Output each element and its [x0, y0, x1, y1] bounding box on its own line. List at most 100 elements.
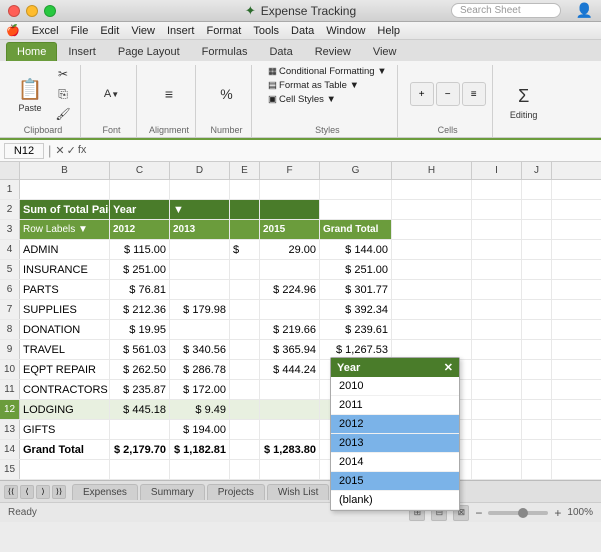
pivot-filter-item-2010[interactable]: 2010 — [331, 377, 459, 396]
cell-g7[interactable]: $ 392.34 — [320, 300, 392, 319]
cell-j11[interactable] — [522, 380, 552, 399]
tab-wish-list[interactable]: Wish List — [267, 484, 330, 500]
cell-b7[interactable]: SUPPLIES — [20, 300, 110, 319]
cell-i13[interactable] — [472, 420, 522, 439]
tab-view[interactable]: View — [362, 42, 408, 61]
cell-i7[interactable] — [472, 300, 522, 319]
cell-c12[interactable]: $ 445.18 — [110, 400, 170, 419]
cell-g3[interactable]: Grand Total — [320, 220, 392, 239]
cell-d10[interactable]: $ 286.78 — [170, 360, 230, 379]
conditional-formatting-button[interactable]: ▦ Conditional Formatting ▼ — [264, 65, 391, 78]
cell-e8[interactable] — [230, 320, 260, 339]
tab-insert[interactable]: Insert — [57, 42, 107, 61]
cell-d13[interactable]: $ 194.00 — [170, 420, 230, 439]
cell-j9[interactable] — [522, 340, 552, 359]
cell-e13[interactable] — [230, 420, 260, 439]
cell-f3[interactable]: 2015 — [260, 220, 320, 239]
format-painter-button[interactable]: 🖌 — [52, 105, 74, 123]
col-header-e[interactable]: E — [230, 162, 260, 179]
pivot-filter-item-2014[interactable]: 2014 — [331, 453, 459, 472]
cell-j14[interactable] — [522, 440, 552, 459]
tab-projects[interactable]: Projects — [207, 484, 265, 500]
close-button[interactable] — [8, 5, 20, 17]
cell-h5[interactable] — [392, 260, 472, 279]
cell-e1[interactable] — [230, 180, 260, 199]
pivot-filter-item-blank[interactable]: (blank) — [331, 491, 459, 510]
pivot-filter-item-2015[interactable]: 2015 — [331, 472, 459, 491]
cell-f14[interactable]: $ 1,283.80 — [260, 440, 320, 459]
menu-file[interactable]: File — [71, 25, 89, 37]
cell-e7[interactable] — [230, 300, 260, 319]
col-header-g[interactable]: G — [320, 162, 392, 179]
cell-j15[interactable] — [522, 460, 552, 479]
tab-home[interactable]: Home — [6, 42, 57, 61]
cell-d8[interactable] — [170, 320, 230, 339]
cell-f1[interactable] — [260, 180, 320, 199]
cell-d5[interactable] — [170, 260, 230, 279]
cell-e6[interactable] — [230, 280, 260, 299]
menu-edit[interactable]: Edit — [100, 25, 119, 37]
cell-j3[interactable] — [522, 220, 552, 239]
minimize-button[interactable] — [26, 5, 38, 17]
tab-nav-first[interactable]: ⟨⟨ — [4, 485, 18, 499]
cell-b6[interactable]: PARTS — [20, 280, 110, 299]
cell-c13[interactable] — [110, 420, 170, 439]
maximize-button[interactable] — [44, 5, 56, 17]
editing-button[interactable]: Σ Editing — [506, 80, 542, 122]
cell-g1[interactable] — [320, 180, 392, 199]
menu-excel-label[interactable]: Excel — [32, 25, 59, 37]
cell-h7[interactable] — [392, 300, 472, 319]
cell-c15[interactable] — [110, 460, 170, 479]
delete-cell-button[interactable]: − — [436, 82, 460, 106]
cell-c1[interactable] — [110, 180, 170, 199]
cell-b15[interactable] — [20, 460, 110, 479]
cell-h6[interactable] — [392, 280, 472, 299]
cell-i8[interactable] — [472, 320, 522, 339]
cell-j5[interactable] — [522, 260, 552, 279]
cell-j7[interactable] — [522, 300, 552, 319]
cell-d15[interactable] — [170, 460, 230, 479]
account-icon[interactable]: 👤 — [576, 2, 593, 19]
cell-b14[interactable]: Grand Total — [20, 440, 110, 459]
cell-c9[interactable]: $ 561.03 — [110, 340, 170, 359]
cell-h1[interactable] — [392, 180, 472, 199]
cell-f6[interactable]: $ 224.96 — [260, 280, 320, 299]
format-as-table-button[interactable]: ▤ Format as Table ▼ — [264, 79, 363, 92]
cell-j10[interactable] — [522, 360, 552, 379]
cell-c10[interactable]: $ 262.50 — [110, 360, 170, 379]
col-header-d[interactable]: D — [170, 162, 230, 179]
cell-b9[interactable]: TRAVEL — [20, 340, 110, 359]
menu-help[interactable]: Help — [377, 25, 400, 37]
cell-d14[interactable]: $ 1,182.81 — [170, 440, 230, 459]
cell-b1[interactable] — [20, 180, 110, 199]
cell-e14[interactable] — [230, 440, 260, 459]
cell-d7[interactable]: $ 179.98 — [170, 300, 230, 319]
cell-c4[interactable]: $ 115.00 — [110, 240, 170, 259]
menu-window[interactable]: Window — [326, 25, 365, 37]
cell-g8[interactable]: $ 239.61 — [320, 320, 392, 339]
cell-e5[interactable] — [230, 260, 260, 279]
cell-h8[interactable] — [392, 320, 472, 339]
font-button[interactable]: A▼ — [94, 78, 130, 110]
pivot-filter-clear-icon[interactable]: ✕ — [444, 361, 453, 374]
formula-input[interactable] — [90, 145, 597, 157]
cell-b5[interactable]: INSURANCE — [20, 260, 110, 279]
cell-c5[interactable]: $ 251.00 — [110, 260, 170, 279]
cell-g2[interactable] — [320, 200, 392, 219]
menu-excel[interactable]: 🍎 — [6, 24, 20, 37]
pivot-filter-item-2013[interactable]: 2013 — [331, 434, 459, 453]
insert-cell-button[interactable]: + — [410, 82, 434, 106]
cell-d1[interactable] — [170, 180, 230, 199]
cell-b8[interactable]: DONATION — [20, 320, 110, 339]
cell-j12[interactable] — [522, 400, 552, 419]
cell-g4[interactable]: $ 144.00 — [320, 240, 392, 259]
cell-f2[interactable] — [260, 200, 320, 219]
cell-c3[interactable]: 2012 — [110, 220, 170, 239]
cell-f8[interactable]: $ 219.66 — [260, 320, 320, 339]
menu-tools[interactable]: Tools — [253, 25, 279, 37]
cell-styles-button[interactable]: ▣ Cell Styles ▼ — [264, 93, 340, 106]
cell-j13[interactable] — [522, 420, 552, 439]
tab-formulas[interactable]: Formulas — [191, 42, 259, 61]
cell-i10[interactable] — [472, 360, 522, 379]
pivot-filter-item-2011[interactable]: 2011 — [331, 396, 459, 415]
